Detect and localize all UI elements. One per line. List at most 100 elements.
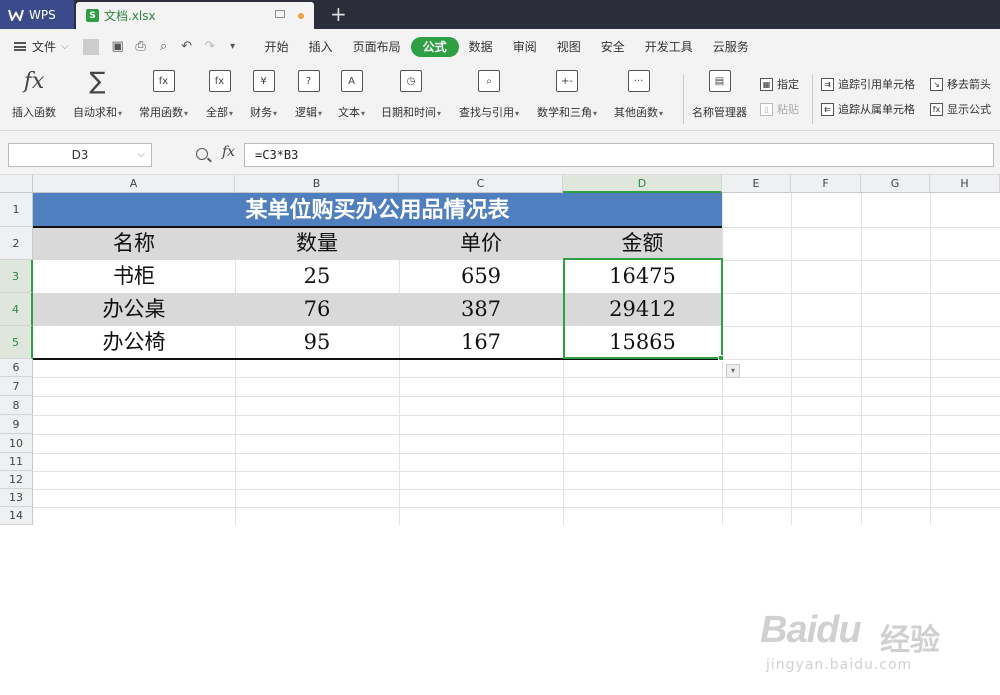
row-header-1[interactable]: 1 <box>0 193 33 227</box>
fill-handle[interactable] <box>718 355 724 361</box>
remove-arrows-button[interactable]: ↘ 移去箭头 <box>930 76 991 92</box>
gridline <box>722 359 1000 360</box>
hamburger-icon <box>14 42 26 51</box>
column-header-e[interactable]: E <box>722 175 791 193</box>
paste-name-button[interactable]: ▯ 粘贴 <box>760 101 799 117</box>
data-cell[interactable]: 387 <box>399 293 563 326</box>
header-cell-amount[interactable]: 金额 <box>563 227 722 260</box>
zoom-search-icon[interactable] <box>196 148 208 160</box>
clock-icon: ◷ <box>400 70 422 92</box>
row-header-9[interactable]: 9 <box>0 415 33 434</box>
assign-name-button[interactable]: ▦ 指定 <box>760 76 799 92</box>
common-functions-button[interactable]: fx 常用函数▾ <box>139 70 188 120</box>
table-title[interactable]: 某单位购买办公用品情况表 <box>33 193 722 227</box>
column-header-f[interactable]: F <box>791 175 861 193</box>
finance-button[interactable]: ¥ 财务▾ <box>250 70 277 120</box>
wps-home-tab[interactable]: WPS <box>0 0 74 29</box>
undo-icon[interactable]: ↶ <box>179 39 195 55</box>
all-functions-button[interactable]: fx 全部▾ <box>206 70 233 120</box>
date-time-button[interactable]: ◷ 日期和时间▾ <box>381 70 441 120</box>
row-header-13[interactable]: 13 <box>0 489 33 507</box>
logic-label: 逻辑▾ <box>295 106 323 119</box>
tab-view[interactable]: 视图 <box>547 37 591 57</box>
column-header-b[interactable]: B <box>235 175 399 193</box>
gridline <box>33 507 1000 508</box>
row-header-7[interactable]: 7 <box>0 377 33 396</box>
data-cell[interactable]: 办公桌 <box>33 293 235 326</box>
data-cell[interactable]: 167 <box>399 326 563 359</box>
text-functions-button[interactable]: A 文本▾ <box>338 70 365 120</box>
row-header-12[interactable]: 12 <box>0 471 33 489</box>
redo-icon[interactable]: ↷ <box>202 39 218 55</box>
tab-cloud-service[interactable]: 云服务 <box>703 37 759 57</box>
data-cell[interactable]: 95 <box>235 326 399 359</box>
column-header-d[interactable]: D <box>563 175 722 193</box>
column-header-c[interactable]: C <box>399 175 563 193</box>
tab-review[interactable]: 审阅 <box>503 37 547 57</box>
insert-function-button[interactable]: fx 插入函数 <box>12 68 56 120</box>
window-mode-icon[interactable] <box>275 10 285 18</box>
autosum-button[interactable]: ∑ 自动求和▾ <box>73 67 123 120</box>
logic-button[interactable]: ? 逻辑▾ <box>295 70 322 120</box>
data-cell[interactable]: 书柜 <box>33 260 235 293</box>
tab-developer[interactable]: 开发工具 <box>635 37 703 57</box>
column-header-g[interactable]: G <box>861 175 930 193</box>
formula-input[interactable]: =C3*B3 <box>244 143 994 167</box>
math-icon: +- <box>556 70 578 92</box>
print-preview-icon[interactable]: ⌕ <box>156 39 172 55</box>
tab-page-layout[interactable]: 页面布局 <box>343 37 411 57</box>
name-box[interactable]: D3 ⌵ <box>8 143 152 167</box>
header-cell-name[interactable]: 名称 <box>33 227 235 260</box>
print-icon[interactable]: ⎙ <box>133 39 149 55</box>
header-cell-quantity[interactable]: 数量 <box>235 227 399 260</box>
more-functions-label: 其他函数▾ <box>614 106 664 119</box>
fx-icon[interactable]: fx <box>222 144 235 160</box>
row-header-2[interactable]: 2 <box>0 227 33 260</box>
tab-insert[interactable]: 插入 <box>299 37 343 57</box>
select-all-corner[interactable] <box>0 175 33 193</box>
data-cell[interactable]: 25 <box>235 260 399 293</box>
common-function-icon: fx <box>152 70 175 92</box>
paste-icon: ▯ <box>760 102 773 116</box>
math-trig-button[interactable]: +- 数学和三角▾ <box>537 70 597 120</box>
header-cell-unit-price[interactable]: 单价 <box>399 227 563 260</box>
gridline <box>33 415 1000 416</box>
file-menu-button[interactable]: 文件 ⌵ <box>14 38 69 55</box>
tab-start[interactable]: 开始 <box>255 37 299 57</box>
tab-security[interactable]: 安全 <box>591 37 635 57</box>
trace-precedents-button[interactable]: ⇉ 追踪引用单元格 <box>821 76 915 92</box>
file-menu-label: 文件 <box>32 40 57 54</box>
row-header-11[interactable]: 11 <box>0 453 33 471</box>
column-header-a[interactable]: A <box>33 175 235 193</box>
more-functions-button[interactable]: ··· 其他函数▾ <box>614 70 663 120</box>
trace-dependents-button[interactable]: ⇇ 追踪从属单元格 <box>821 101 915 117</box>
column-header-h[interactable]: H <box>930 175 1000 193</box>
tab-formulas[interactable]: 公式 <box>410 36 459 57</box>
gridline <box>722 260 1000 261</box>
row-header-10[interactable]: 10 <box>0 434 33 453</box>
row-header-5[interactable]: 5 <box>0 326 33 359</box>
data-cell[interactable]: 659 <box>399 260 563 293</box>
gridline <box>33 434 1000 435</box>
remove-arrows-icon: ↘ <box>930 77 943 91</box>
row-header-3[interactable]: 3 <box>0 260 33 293</box>
lookup-reference-button[interactable]: ⌕ 查找与引用▾ <box>459 70 519 120</box>
chevron-down-icon[interactable]: ⌵ <box>137 144 145 166</box>
data-cell[interactable]: 办公椅 <box>33 326 235 359</box>
autosum-label: 自动求和▾ <box>73 106 123 119</box>
fx-icon: fx <box>23 68 45 94</box>
customize-dropdown-icon[interactable]: ▾ <box>225 39 241 55</box>
row-header-8[interactable]: 8 <box>0 396 33 415</box>
show-formulas-button[interactable]: fx 显示公式 <box>930 101 991 117</box>
name-manager-button[interactable]: ▤ 名称管理器 <box>692 70 747 120</box>
data-cell[interactable]: 76 <box>235 293 399 326</box>
tab-data[interactable]: 数据 <box>459 37 503 57</box>
row-header-6[interactable]: 6 <box>0 359 33 377</box>
row-header-4[interactable]: 4 <box>0 293 33 326</box>
autofill-options-icon[interactable]: ▾ <box>726 364 740 378</box>
document-tab[interactable]: S 文档.xlsx <box>76 2 314 29</box>
save-icon[interactable]: ▣ <box>110 39 126 55</box>
new-tab-button[interactable]: + <box>330 3 347 25</box>
row-header-14[interactable]: 14 <box>0 507 33 525</box>
menu-tabs: 开始 插入 页面布局 公式 数据 审阅 视图 安全 开发工具 云服务 <box>255 36 759 57</box>
